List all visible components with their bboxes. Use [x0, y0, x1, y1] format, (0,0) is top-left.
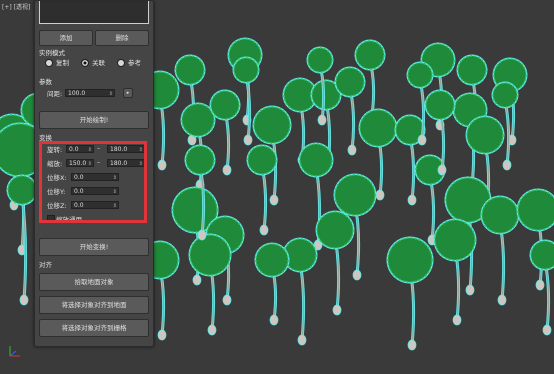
palm-crown — [234, 58, 258, 82]
viewport-label[interactable]: [+] [透视] — [2, 2, 30, 11]
align-title: 对齐 — [39, 259, 52, 269]
palm-tree — [387, 237, 434, 351]
palm-crown — [435, 220, 475, 260]
radio-reference-icon — [117, 59, 125, 67]
palm-base — [223, 295, 231, 305]
spinner-arrows-icon[interactable]: ⇕ — [109, 90, 113, 98]
start-paint-button[interactable]: 开始绘制! — [39, 111, 149, 129]
axis-gizmo-icon — [6, 344, 22, 360]
palm-crown — [356, 41, 384, 69]
palm-tree — [481, 196, 520, 306]
palm-crown — [388, 238, 432, 282]
palm-base — [318, 115, 326, 125]
palm-base — [198, 230, 206, 240]
palm-crown — [317, 212, 353, 248]
palm-crown — [176, 56, 204, 84]
palm-base — [208, 325, 216, 335]
spacing-label: 间距: — [47, 88, 62, 98]
palm-base — [20, 295, 28, 305]
radio-reference-label: 参考 — [128, 59, 141, 67]
palm-tree — [255, 243, 290, 326]
palm-tree — [335, 67, 366, 156]
palm-crown — [256, 244, 288, 276]
radio-instance-label: 关联 — [92, 59, 105, 67]
palm-base — [536, 280, 544, 290]
palm-base — [193, 275, 201, 285]
palm-crown — [408, 63, 432, 87]
palm-base — [270, 195, 278, 205]
palm-base — [333, 305, 341, 315]
highlight-box — [39, 141, 147, 223]
pick-ground-button[interactable]: 拾取地面对象 — [39, 273, 149, 291]
palm-crown — [182, 104, 214, 136]
radio-copy-icon — [45, 59, 53, 67]
radio-instance-icon — [81, 59, 89, 67]
palm-crown — [248, 146, 276, 174]
palm-crown — [360, 110, 396, 146]
palm-base — [503, 160, 511, 170]
align-to-ground-button[interactable]: 将选择对象对齐到地面 — [39, 296, 149, 314]
palm-base — [348, 145, 356, 155]
radio-instance[interactable]: 关联 — [81, 58, 105, 68]
palm-crown — [426, 91, 454, 119]
palm-base — [438, 165, 446, 175]
palm-crown — [190, 235, 230, 275]
radio-copy[interactable]: 复制 — [45, 58, 69, 68]
palm-crown — [308, 48, 332, 72]
palm-crown — [284, 239, 316, 271]
delete-button[interactable]: 删除 — [95, 30, 149, 46]
palm-base — [418, 135, 426, 145]
params-title: 参数 — [39, 76, 52, 86]
palm-base — [376, 190, 384, 200]
add-button[interactable]: 添加 — [39, 30, 93, 46]
palm-crown — [335, 175, 375, 215]
palm-base — [466, 285, 474, 295]
palm-base — [158, 160, 166, 170]
palm-base — [353, 270, 361, 280]
palm-base — [223, 165, 231, 175]
palm-tree — [247, 145, 278, 236]
palm-crown — [186, 146, 214, 174]
spacing-reset-button[interactable]: ▸ — [123, 88, 133, 98]
palm-base — [408, 340, 416, 350]
palm-base — [498, 295, 506, 305]
palm-base — [453, 315, 461, 325]
radio-copy-label: 复制 — [56, 59, 69, 67]
palm-crown — [254, 107, 290, 143]
palm-base — [244, 135, 252, 145]
palm-crown — [493, 83, 517, 107]
palm-base — [408, 195, 416, 205]
palm-base — [298, 335, 306, 345]
object-list-preview[interactable] — [39, 1, 149, 24]
palm-base — [543, 325, 551, 335]
palm-crown — [482, 197, 518, 233]
radio-reference[interactable]: 参考 — [117, 58, 141, 68]
palm-tree — [316, 211, 355, 316]
palm-crown — [458, 56, 486, 84]
palm-crown — [8, 176, 36, 204]
palm-base — [158, 330, 166, 340]
align-to-grid-button[interactable]: 将选择对象对齐到栅格 — [39, 319, 149, 337]
palm-crown — [336, 68, 364, 96]
start-transform-button[interactable]: 开始变换! — [39, 238, 149, 256]
palm-crown — [300, 144, 332, 176]
palm-crown — [467, 117, 503, 153]
spacing-value: 100.0 — [68, 90, 85, 97]
palm-base — [260, 225, 268, 235]
palm-base — [270, 315, 278, 325]
instance-mode-title: 实例模式 — [39, 47, 65, 57]
palm-crown — [211, 91, 239, 119]
spacing-field[interactable]: 100.0 ⇕ — [65, 89, 115, 97]
